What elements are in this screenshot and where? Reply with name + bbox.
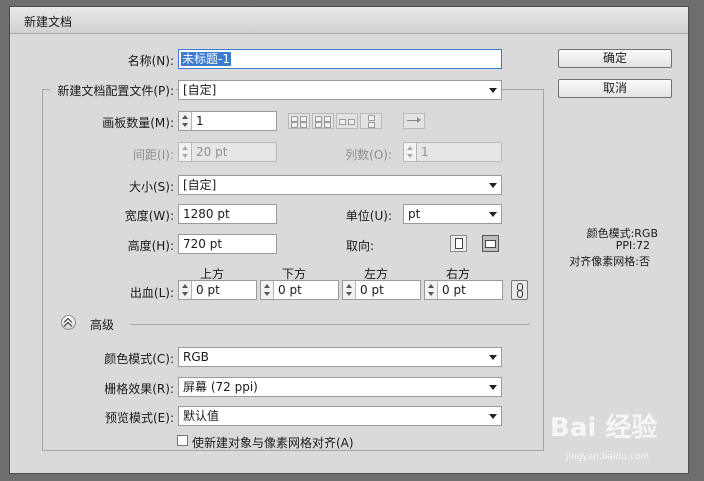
raster-effects-select[interactable]: 屏幕 (72 ppi) — [178, 377, 502, 397]
align-pixel-grid-checkbox[interactable] — [177, 435, 188, 446]
width-value: 1280 pt — [183, 207, 230, 221]
advanced-divider — [130, 324, 530, 325]
width-input[interactable]: 1280 pt — [178, 204, 277, 224]
portrait-orientation-icon[interactable] — [450, 235, 467, 252]
artboards-value: 1 — [196, 114, 204, 128]
stepper-arrows-icon[interactable] — [343, 281, 356, 299]
preview-mode-label: 预览模式(E): — [105, 411, 174, 425]
chevron-down-icon — [489, 88, 497, 93]
units-value: pt — [408, 207, 421, 221]
name-input[interactable]: 未标题-1 — [178, 49, 502, 69]
bleed-label: 出血(L): — [129, 286, 174, 300]
height-value: 720 pt — [183, 237, 223, 251]
columns-label: 列数(O): — [345, 148, 392, 162]
columns-value: 1 — [421, 145, 429, 159]
chevron-down-icon — [489, 183, 497, 188]
raster-effects-label: 栅格效果(R): — [104, 382, 174, 396]
stepper-arrows-icon[interactable] — [179, 281, 192, 299]
height-input[interactable]: 720 pt — [178, 234, 277, 254]
bleed-top-stepper[interactable]: 0 pt — [178, 280, 257, 300]
color-mode-label: 颜色模式(C): — [104, 352, 174, 366]
chevron-down-icon — [489, 414, 497, 419]
title-bar[interactable]: 新建文档 — [10, 7, 688, 34]
stepper-arrows-icon[interactable] — [179, 112, 192, 130]
align-pixel-grid-label[interactable]: 使新建对象与像素网格对齐(A) — [192, 434, 354, 451]
width-label: 宽度(W): — [124, 209, 174, 223]
summary-ppi: PPI:72 — [615, 239, 650, 252]
chevron-down-icon — [489, 212, 497, 217]
bleed-left-value: 0 pt — [360, 283, 384, 297]
bleed-bottom-stepper[interactable]: 0 pt — [260, 280, 339, 300]
orientation-label: 取向: — [345, 239, 374, 253]
grid-by-column-icon[interactable] — [312, 113, 334, 129]
new-document-dialog: 新建文档 确定 取消 名称(N): 未标题-1 新建文档配置文件(P): [自定… — [9, 6, 689, 474]
arrange-by-column-icon[interactable] — [360, 113, 382, 129]
size-value: [自定] — [183, 178, 217, 192]
name-value: 未标题-1 — [181, 52, 231, 66]
bleed-left-stepper[interactable]: 0 pt — [342, 280, 421, 300]
preview-mode-select[interactable]: 默认值 — [178, 406, 502, 426]
chevron-down-icon — [489, 355, 497, 360]
bleed-bottom-value: 0 pt — [278, 283, 302, 297]
ok-button[interactable]: 确定 — [558, 49, 672, 68]
stepper-arrows-icon[interactable] — [179, 143, 192, 161]
units-label: 单位(U): — [345, 209, 392, 223]
spacing-stepper[interactable]: 20 pt — [178, 142, 277, 162]
size-select[interactable]: [自定] — [178, 175, 502, 195]
baidu-watermark-url: jingyan.baidu.com — [566, 452, 650, 462]
link-bleed-icon[interactable] — [511, 280, 528, 300]
units-select[interactable]: pt — [403, 204, 502, 224]
arrange-by-row-icon[interactable] — [336, 113, 358, 129]
bleed-right-value: 0 pt — [442, 283, 466, 297]
profile-label: 新建文档配置文件(P): — [50, 82, 176, 99]
profile-select[interactable]: [自定] — [178, 80, 502, 100]
right-to-left-layout-icon[interactable] — [403, 113, 425, 129]
stepper-arrows-icon[interactable] — [404, 143, 417, 161]
dialog-title: 新建文档 — [24, 15, 73, 29]
cancel-button[interactable]: 取消 — [558, 79, 672, 98]
advanced-heading: 高级 — [90, 318, 115, 332]
artboards-stepper[interactable]: 1 — [178, 111, 277, 131]
landscape-orientation-icon[interactable] — [482, 235, 499, 252]
height-label: 高度(H): — [127, 239, 174, 253]
preview-mode-value: 默认值 — [183, 409, 220, 423]
summary-align-grid: 对齐像素网格:否 — [569, 255, 650, 268]
artboards-label: 画板数量(M): — [102, 116, 174, 130]
bleed-right-stepper[interactable]: 0 pt — [424, 280, 503, 300]
size-label: 大小(S): — [128, 180, 174, 194]
spacing-value: 20 pt — [196, 145, 228, 159]
bleed-top-value: 0 pt — [196, 283, 220, 297]
spacing-label: 间距(I): — [133, 148, 174, 162]
baidu-watermark-logo: Bai 经验 — [550, 413, 658, 443]
columns-stepper[interactable]: 1 — [403, 142, 502, 162]
color-mode-value: RGB — [183, 350, 209, 364]
stepper-arrows-icon[interactable] — [425, 281, 438, 299]
name-label: 名称(N): — [127, 54, 174, 68]
grid-by-row-icon[interactable] — [288, 113, 310, 129]
raster-effects-value: 屏幕 (72 ppi) — [183, 380, 258, 394]
stepper-arrows-icon[interactable] — [261, 281, 274, 299]
color-mode-select[interactable]: RGB — [178, 347, 502, 367]
collapse-advanced-icon[interactable] — [61, 315, 76, 331]
chevron-down-icon — [489, 385, 497, 390]
profile-value: [自定] — [183, 83, 217, 97]
